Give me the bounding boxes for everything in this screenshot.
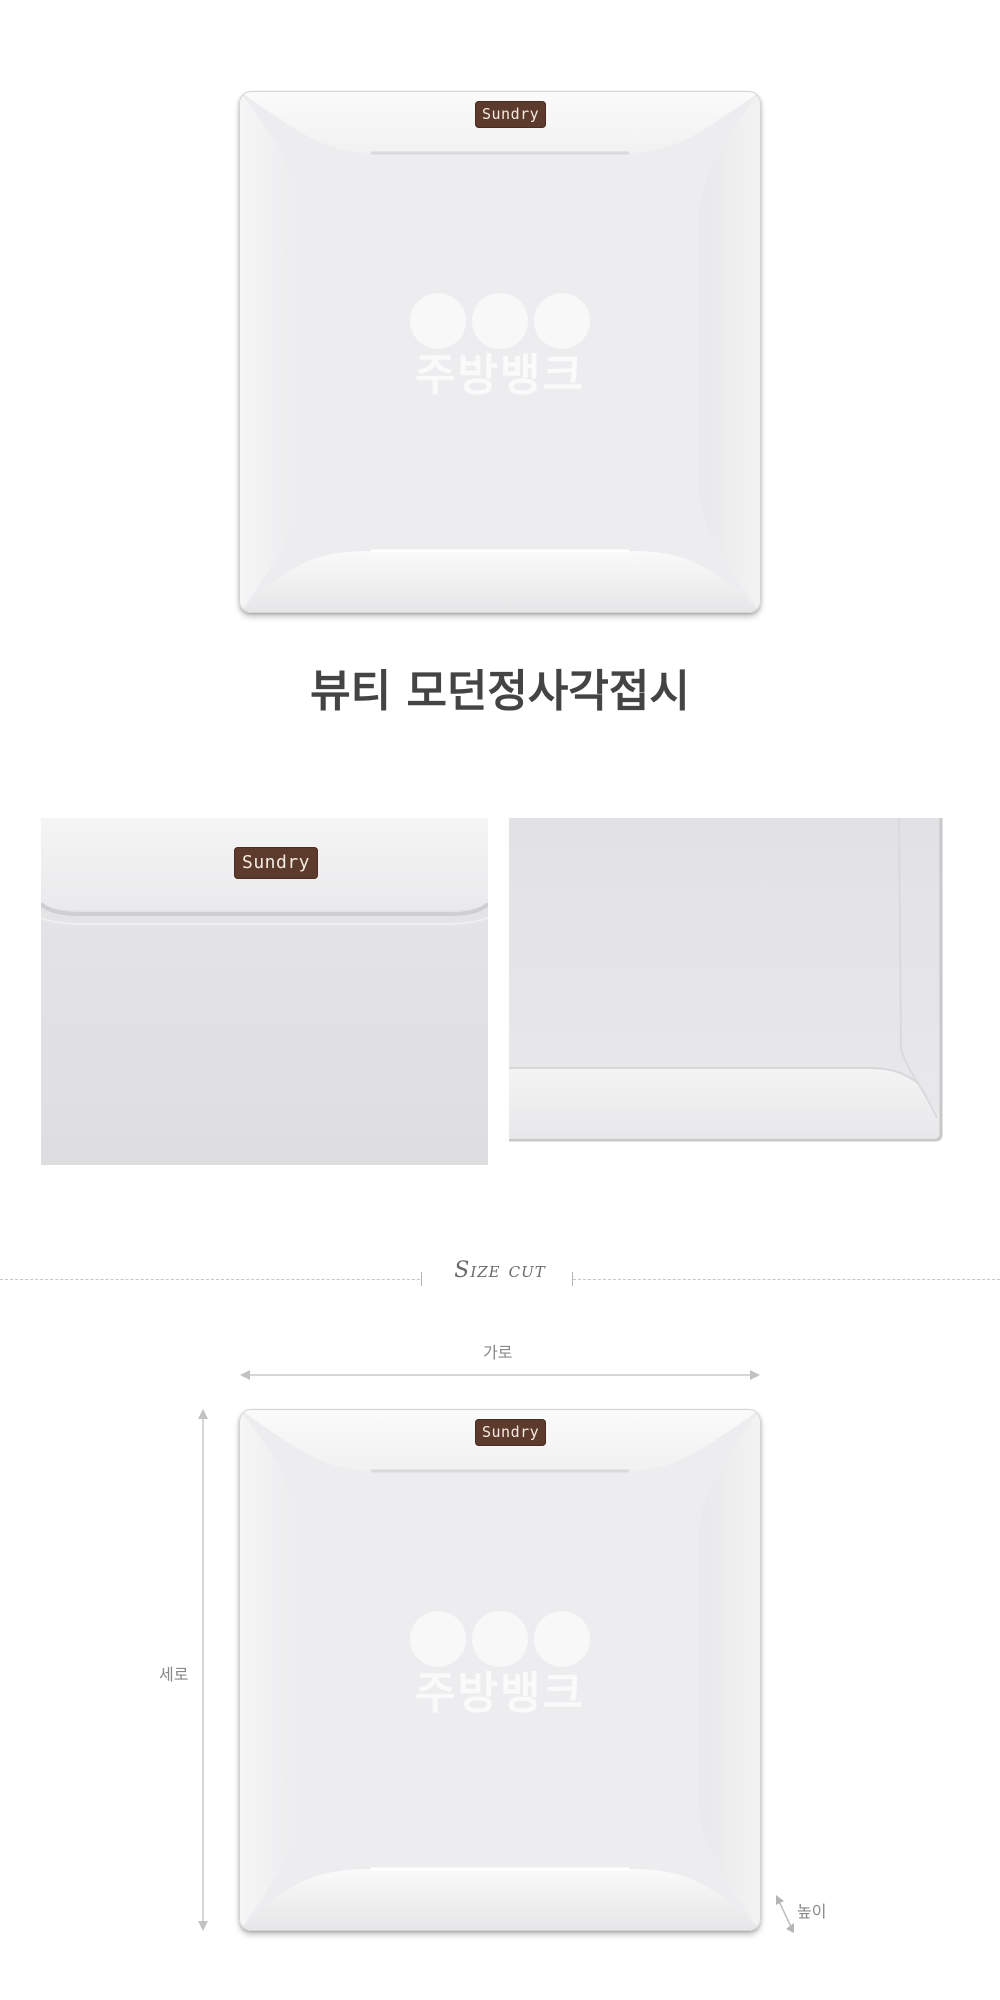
cutlery-icon [472, 293, 528, 349]
size-cut-heading: Size cut [454, 1258, 546, 1283]
shop-icon [534, 293, 590, 349]
width-label: 가로 [483, 1345, 513, 1362]
detail-brand-badge: Sundry [234, 847, 319, 879]
depth-dimension-arrow [776, 1895, 794, 1933]
size-watermark-text: 주방뱅크 [415, 1668, 585, 1719]
detail-image-corner [509, 818, 960, 1165]
divider-tick-left [421, 1272, 422, 1286]
brand-badge: Sundry [475, 101, 547, 128]
height-dimension-arrow [198, 1409, 208, 1931]
hero-plate-image: Sundry 주방뱅크 [239, 91, 761, 613]
height-label: 세로 [159, 1667, 189, 1684]
detail-image-top: Sundry [41, 818, 488, 1165]
shop-icon [534, 1611, 590, 1667]
depth-label: 높이 [797, 1904, 827, 1921]
divider-right [573, 1279, 1000, 1280]
size-brand-badge: Sundry [475, 1419, 547, 1446]
cutlery-icon [472, 1611, 528, 1667]
watermark-logo: 주방뱅크 [400, 293, 600, 403]
chef-hat-icon [410, 293, 466, 349]
divider-left [0, 1279, 420, 1280]
width-dimension-arrow [240, 1370, 760, 1380]
size-watermark-logo: 주방뱅크 [400, 1611, 600, 1721]
size-plate-image: Sundry 주방뱅크 [239, 1409, 761, 1931]
chef-hat-icon [410, 1611, 466, 1667]
product-title: 뷰티 모던정사각접시 [310, 666, 690, 717]
watermark-text: 주방뱅크 [415, 350, 585, 401]
